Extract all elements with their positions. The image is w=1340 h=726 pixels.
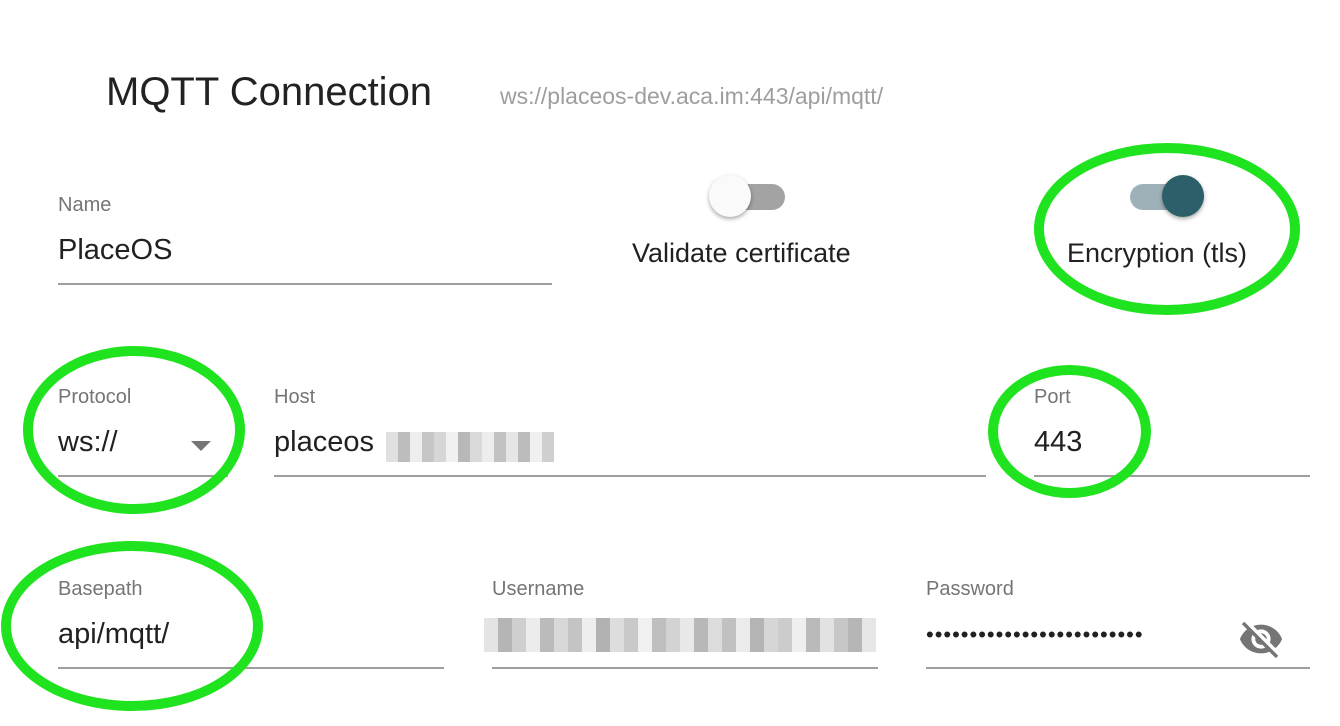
protocol-underline [58, 475, 228, 477]
host-label: Host [274, 386, 316, 408]
password-field[interactable]: Password ••••••••••••••••••••••••• [926, 578, 1310, 670]
username-label: Username [492, 578, 585, 600]
password-label: Password [926, 578, 1014, 600]
name-underline [58, 283, 552, 285]
name-input[interactable]: PlaceOS [58, 234, 172, 267]
eye-off-icon[interactable] [1238, 616, 1284, 662]
name-label: Name [58, 194, 112, 216]
password-underline [926, 667, 1310, 669]
basepath-input[interactable]: api/mqtt/ [58, 618, 169, 651]
validate-certificate-toggle[interactable] [709, 175, 785, 217]
username-redacted-text[interactable] [484, 618, 878, 652]
connection-url: ws://placeos-dev.aca.im:443/api/mqtt/ [500, 83, 884, 109]
host-underline [274, 475, 986, 477]
port-input[interactable]: 443 [1034, 426, 1082, 459]
encryption-label: Encryption (tls) [1067, 238, 1248, 268]
port-field[interactable]: Port 443 [1034, 386, 1310, 478]
port-label: Port [1034, 386, 1071, 408]
username-field[interactable]: Username [484, 578, 878, 670]
protocol-label: Protocol [58, 386, 132, 408]
encryption-toggle[interactable] [1130, 175, 1204, 217]
encryption-thumb [1162, 175, 1204, 217]
basepath-label: Basepath [58, 578, 143, 600]
validate-certificate-thumb [709, 175, 751, 217]
port-underline [1034, 475, 1310, 477]
password-input[interactable]: ••••••••••••••••••••••••• [926, 622, 1201, 648]
host-input[interactable]: placeos [274, 426, 374, 459]
host-redacted-text [386, 432, 554, 462]
name-field[interactable]: Name PlaceOS [58, 194, 552, 286]
protocol-value: ws:// [58, 426, 118, 458]
caret-down-icon[interactable] [191, 441, 211, 451]
highlight-encryption [1034, 143, 1300, 315]
page-title: MQTT Connection [106, 70, 433, 114]
protocol-select[interactable]: Protocol ws:// [58, 386, 228, 478]
basepath-field[interactable]: Basepath api/mqtt/ [58, 578, 444, 670]
basepath-underline [58, 667, 444, 669]
username-underline [492, 667, 878, 669]
host-field[interactable]: Host placeos [274, 386, 986, 478]
validate-certificate-label: Validate certificate [632, 238, 851, 268]
